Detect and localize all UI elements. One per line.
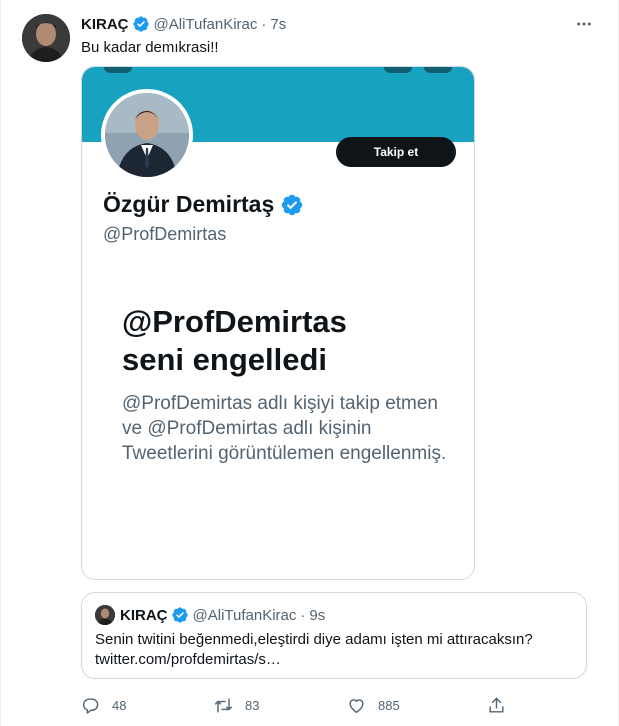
verified-badge-icon [132, 16, 149, 32]
share-icon [489, 697, 504, 713]
tweet-image[interactable]: Takip et Özgür Demirtaş @ProfDemirtas @P… [81, 66, 475, 580]
banner-button-shape [424, 67, 452, 73]
like-count: 885 [378, 697, 400, 713]
retweet-icon [214, 697, 233, 713]
banner-button-shape [104, 67, 132, 73]
more-options-button[interactable] [572, 12, 596, 36]
heart-icon [349, 698, 364, 713]
quote-author-name: KIRAÇ [120, 606, 168, 624]
profile-name: Özgür Demirtaş [103, 191, 275, 217]
tweet-time[interactable]: 7s [270, 16, 286, 33]
retweet-button[interactable]: 83 [214, 693, 259, 717]
quote-author-avatar [95, 605, 115, 625]
quote-text-line1: Senin twitini beğenmedi,eleştirdi diye a… [95, 631, 533, 648]
blocked-title: @ProfDemirtas seni engelledi [122, 303, 452, 379]
profile-name-row: Özgür Demirtaş [103, 191, 308, 218]
profile-handle: @ProfDemirtas [103, 224, 227, 244]
reply-icon [82, 697, 99, 714]
separator-dot: · [261, 15, 267, 33]
blocked-title-line2: seni engelledi [122, 342, 328, 377]
profile-avatar [101, 89, 193, 181]
reply-button[interactable]: 48 [81, 693, 126, 717]
tweet-text: Bu kadar demıkrasi!! [81, 39, 219, 56]
separator-dot: · [300, 606, 306, 624]
share-button[interactable] [487, 693, 518, 717]
blocked-title-line1: @ProfDemirtas [122, 304, 347, 339]
like-button[interactable]: 885 [347, 693, 400, 717]
author-handle[interactable]: @AliTufanKirac [154, 16, 258, 33]
verified-badge-icon [282, 194, 303, 215]
verified-badge-icon [171, 607, 188, 623]
author-avatar[interactable] [22, 14, 70, 62]
retweet-count: 83 [245, 697, 260, 713]
quote-author-handle: @AliTufanKirac [192, 606, 297, 624]
tweet-container[interactable]: KIRAÇ @AliTufanKirac · 7s Bu kadar demık… [0, 0, 619, 726]
quote-link[interactable]: twitter.com/profdemirtas/s… [95, 650, 575, 670]
more-dots-icon [577, 22, 591, 26]
quote-time: 9s [309, 606, 326, 624]
banner-button-shape [384, 67, 412, 73]
follow-button: Takip et [336, 137, 456, 167]
quoted-tweet[interactable]: KIRAÇ @AliTufanKirac · 9s Senin twitini … [81, 592, 587, 679]
author-name[interactable]: KIRAÇ [81, 16, 129, 33]
quote-header: KIRAÇ @AliTufanKirac · 9s [120, 605, 325, 625]
tweet-actions: 48 83 885 [81, 693, 511, 717]
tweet-header: KIRAÇ @AliTufanKirac · 7s [81, 14, 286, 34]
reply-count: 48 [112, 697, 127, 713]
blocked-description: @ProfDemirtas adlı kişiyi takip etmen ve… [122, 393, 447, 464]
quote-text: Senin twitini beğenmedi,eleştirdi diye a… [95, 630, 575, 670]
